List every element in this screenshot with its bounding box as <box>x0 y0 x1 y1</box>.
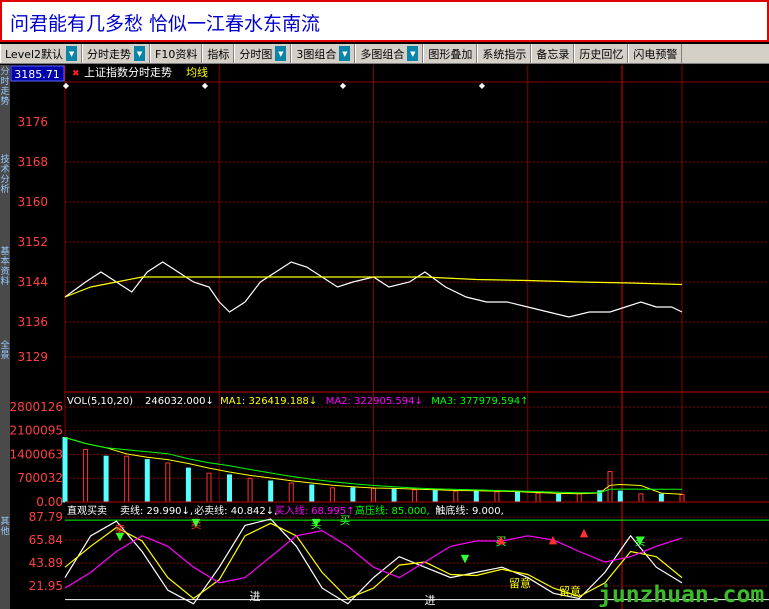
price-legend-avg: 均线 <box>186 65 208 79</box>
vol-y-tick-0: 2800126 <box>10 400 63 414</box>
price-y-tick-6: 3129 <box>17 350 48 364</box>
vol-bar-1 <box>83 448 89 503</box>
vol-bar-2 <box>103 455 109 503</box>
vol-bar-14 <box>350 487 356 503</box>
vol-bar-21 <box>494 491 500 503</box>
ind-signal-7: 留意 <box>559 584 581 598</box>
vol-bar-9 <box>247 477 253 503</box>
ind-y-tick-2: 43.89 <box>29 556 63 570</box>
ind-y-tick-0: 87.79 <box>29 510 63 524</box>
ind-series-line-2 <box>64 529 683 589</box>
vol-legend-0: 246032.000↓ <box>145 396 214 407</box>
ind-arrow-icon-6: ▲ <box>580 526 589 539</box>
vol-y-tick-1: 2100095 <box>10 424 63 438</box>
chart-canvas: 3176 3168 3160 3152 3144 3136 3129 3185.71 ✖ 上证指数… <box>10 65 769 609</box>
ind-arrow-icon-3: ▼ <box>461 552 470 565</box>
vol-bar-13 <box>329 487 335 503</box>
vol-bar-24 <box>556 494 562 503</box>
ind-arrow-icon-4: ▲ <box>497 533 506 546</box>
time-marker-icon-1: ◆ <box>202 81 209 90</box>
vol-bar-0 <box>62 437 68 503</box>
price-y-tick-2: 3160 <box>17 195 48 209</box>
ind-signal-3: 买 <box>340 514 351 527</box>
ind-arrow-icon-1: ▼ <box>192 516 201 529</box>
vol-bar-4 <box>144 459 150 503</box>
vol-bar-19 <box>453 490 459 503</box>
vol-bar-3 <box>124 455 130 503</box>
vol-legend-1: MA1: 326419.188↓ <box>220 396 317 407</box>
vol-bar-8 <box>227 474 232 503</box>
ind-arrow-icon-2: ▼ <box>312 516 321 529</box>
watermark-text: junzhuan.com <box>598 582 765 608</box>
vol-bar-22 <box>515 492 520 503</box>
ind-arrow-icon-5: ▲ <box>549 533 558 546</box>
time-marker-icon-2: ◆ <box>340 81 347 90</box>
price-y-tick-1: 3168 <box>17 155 48 169</box>
vol-bar-7 <box>206 472 212 503</box>
vol-y-tick-2: 1400063 <box>10 448 63 462</box>
app-root: 问君能有几多愁 恰似一江春水东南流 Level2默认 ▼ 分时走势 ▼ F10资料 指标分… <box>0 0 769 609</box>
vol-bar-20 <box>473 490 479 503</box>
vol-chart-title: VOL(5,10,20) <box>67 396 133 407</box>
time-marker-icon-0: ◆ <box>63 81 70 90</box>
vol-bar-18 <box>432 490 438 503</box>
vol-bar-10 <box>268 480 274 503</box>
ind-signal-6: 留意 <box>509 576 531 590</box>
ind-legend-3: 高压线: 85.000, <box>355 504 430 517</box>
vol-bar-25 <box>576 493 582 503</box>
ind-signal-4: 进 <box>250 590 261 603</box>
time-marker-icon-3: ◆ <box>479 81 486 90</box>
vol-bar-17 <box>412 489 418 503</box>
ind-series-line-1 <box>64 522 683 600</box>
price-y-tick-5: 3136 <box>17 315 48 329</box>
vol-bar-28 <box>617 490 623 503</box>
vol-y-tick-3: 700032 <box>17 471 63 485</box>
ind-legend-0: 卖线: 29.990↓, <box>120 504 193 517</box>
ind-arrow-icon-7: ▼ <box>636 534 645 547</box>
ind-signal-5: 进 <box>425 594 436 607</box>
price-y-tick-4: 3144 <box>17 275 48 289</box>
price-y-tick-0: 3176 <box>17 115 48 129</box>
price-chart-title: 上证指数分时走势 <box>84 65 172 79</box>
vol-bar-16 <box>391 488 397 503</box>
vol-bar-29 <box>638 493 644 503</box>
vol-bar-12 <box>309 484 315 503</box>
vol-bar-5 <box>165 462 171 503</box>
ind-y-tick-3: 21.95 <box>29 579 63 593</box>
ind-legend-4: 触底线: 9.000, <box>435 504 503 517</box>
vol-y-tick-4: 0.00 <box>36 495 63 509</box>
vol-legend-3: MA3: 377979.594↑ <box>431 396 528 407</box>
close-icon: ✖ <box>72 69 80 79</box>
vol-bar-23 <box>535 492 541 503</box>
ind-arrow-icon-0: ▼ <box>116 530 125 543</box>
vol-legend-2: MA2: 322905.594↓ <box>326 396 423 407</box>
current-value-label: 3185.71 <box>14 68 60 81</box>
ind-legend-1: 必卖线: 40.842↓, <box>194 504 277 517</box>
vol-bar-6 <box>185 467 191 503</box>
ind-y-tick-1: 65.84 <box>29 533 63 547</box>
price-y-tick-3: 3152 <box>17 235 48 249</box>
vol-bar-11 <box>288 482 294 503</box>
vol-bar-30 <box>658 493 664 503</box>
ind-chart-title: 直观买卖 <box>67 504 107 517</box>
